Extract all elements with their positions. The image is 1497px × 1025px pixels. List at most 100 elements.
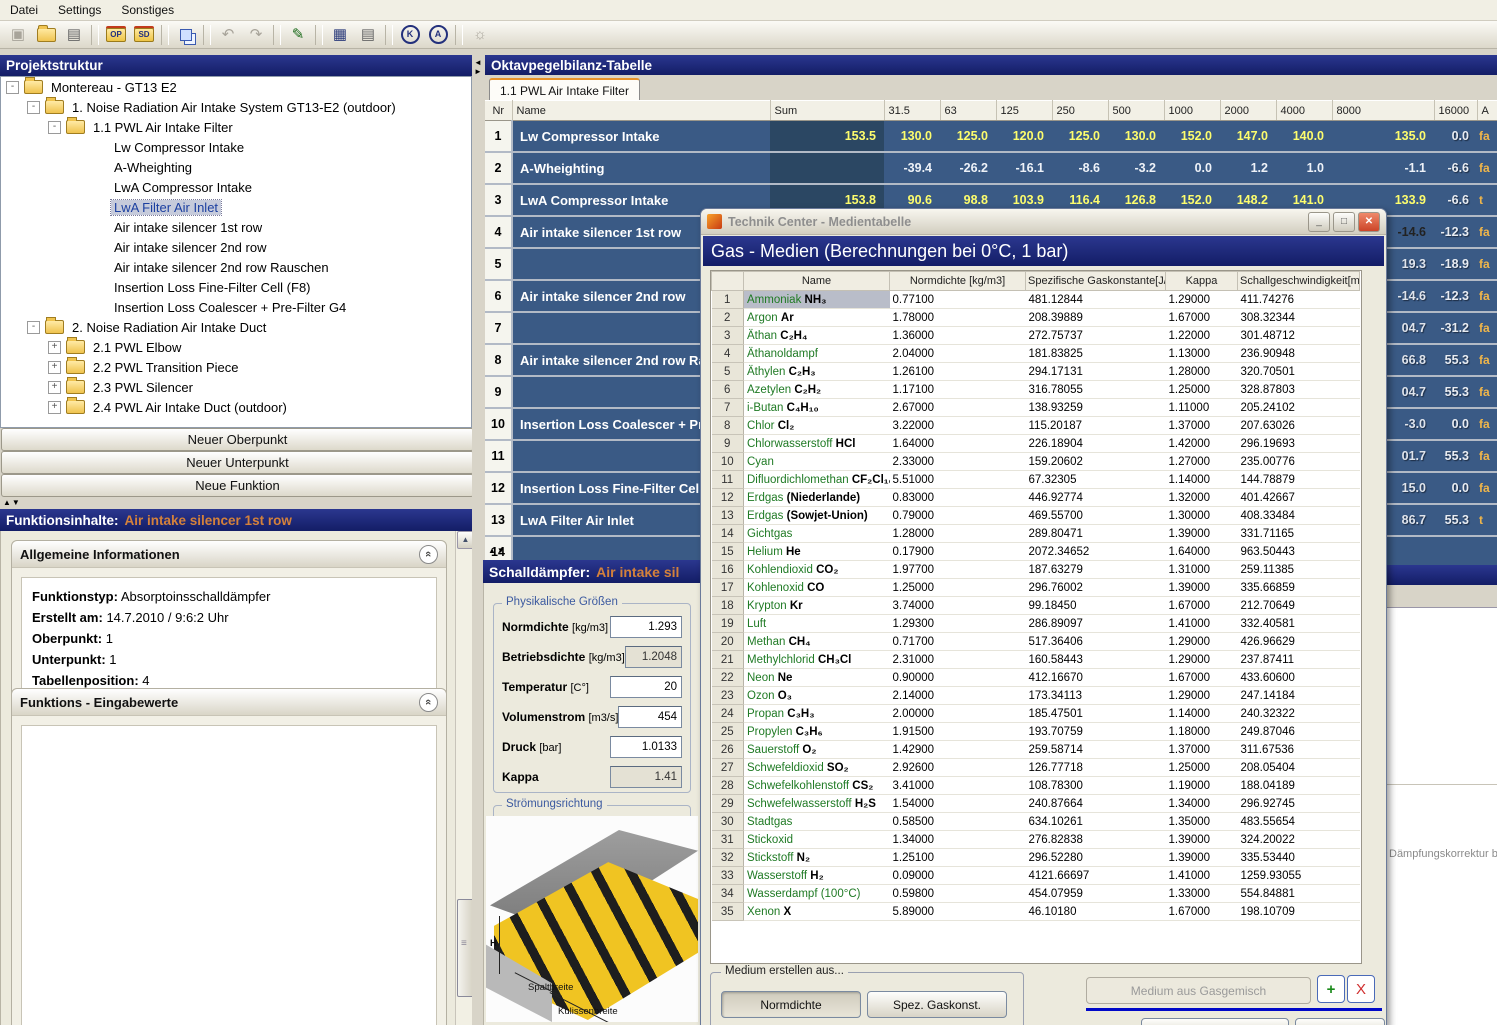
gcol-gaskonstante[interactable]: Spezifische Gaskonstante[J/kg*K] xyxy=(1026,272,1166,291)
gcol-schallgeschwindigkeit[interactable]: Schallgeschwindigkeit[m/s] xyxy=(1238,272,1360,291)
edit-table-icon[interactable]: ✎ xyxy=(285,23,311,46)
toolbar-separator[interactable] xyxy=(161,25,169,45)
Chlorwasserstoff[interactable]: 9 Chlorwasserstoff HCl 1.64000 226.18904… xyxy=(712,435,1360,453)
Stickstoff[interactable]: 32 Stickstoff N₂ 1.25100 296.52280 1.390… xyxy=(712,849,1360,867)
tree-expander-icon[interactable] xyxy=(73,262,84,273)
Lw Compressor Intake[interactable]: 1 Lw Compressor Intake 153.5 130.0 125.0… xyxy=(485,121,1497,153)
tree-expander-icon[interactable]: - xyxy=(27,101,40,114)
cut-button[interactable] xyxy=(1295,1018,1385,1025)
panel-splitter-handle[interactable]: ▲▼ xyxy=(3,498,21,507)
toolbar-separator[interactable] xyxy=(385,25,393,45)
Stadtgas[interactable]: 30 Stadtgas 0.58500 634.10261 1.35000 48… xyxy=(712,813,1360,831)
cut-button[interactable] xyxy=(1141,1018,1289,1025)
i-Butan[interactable]: 7 i-Butan C₄H₁₀ 2.67000 138.93259 1.1100… xyxy=(712,399,1360,417)
Difluordichlomethan[interactable]: 11 Difluordichlomethan CF₂Cl₁₀ 5.51000 6… xyxy=(712,471,1360,489)
col-31-5[interactable]: 31.5 xyxy=(884,101,940,121)
menu-settings[interactable]: Settings xyxy=(48,1,111,19)
tree-expander-icon[interactable] xyxy=(73,202,84,213)
tree-item[interactable]: LwA Filter Air Inlet xyxy=(1,197,471,217)
col-16000[interactable]: 16000 xyxy=(1434,101,1477,121)
panel-splitter-handle[interactable]: ▲▼ xyxy=(488,546,506,555)
Gichtgas[interactable]: 14 Gichtgas 1.28000 289.80471 1.39000 33… xyxy=(712,525,1360,543)
neuer-oberpunkt-button[interactable]: Neuer Oberpunkt xyxy=(1,428,474,451)
Argon[interactable]: 2 Argon Ar 1.78000 208.39889 1.67000 308… xyxy=(712,309,1360,327)
tree-expander-icon[interactable] xyxy=(73,142,84,153)
Erdgas[interactable]: 12 Erdgas (Niederlande) 0.83000 446.9277… xyxy=(712,489,1360,507)
col-1000[interactable]: 1000 xyxy=(1164,101,1220,121)
tree-item[interactable]: - Montereau - GT13 E2 xyxy=(1,77,471,97)
funktionsinhalte-scrollbar[interactable]: ▲ xyxy=(455,531,473,1025)
Propan[interactable]: 24 Propan C₃H₃ 2.00000 185.47501 1.14000… xyxy=(712,705,1360,723)
collapse-chevron-icon[interactable]: « xyxy=(419,545,438,564)
tree-item[interactable]: + 2.4 PWL Air Intake Duct (outdoor) xyxy=(1,397,471,417)
neuer-unterpunkt-button[interactable]: Neuer Unterpunkt xyxy=(1,451,474,474)
collapse-chevron-icon[interactable]: « xyxy=(419,693,438,712)
value-input[interactable]: 454 xyxy=(618,706,682,728)
Azetylen[interactable]: 6 Azetylen C₂H₂ 1.17100 316.78055 1.2500… xyxy=(712,381,1360,399)
col-250[interactable]: 250 xyxy=(1052,101,1108,121)
maximize-icon[interactable]: □ xyxy=(1333,212,1355,232)
neue-funktion-button[interactable]: Neue Funktion xyxy=(1,474,474,497)
Helium[interactable]: 15 Helium He 0.17900 2072.34652 1.64000 … xyxy=(712,543,1360,561)
Xenon[interactable]: 35 Xenon X 5.89000 46.10180 1.67000 198.… xyxy=(712,903,1360,921)
tree-expander-icon[interactable]: - xyxy=(27,321,40,334)
Cyan[interactable]: 10 Cyan 2.33000 159.20602 1.27000 235.00… xyxy=(712,453,1360,471)
tree-expander-icon[interactable]: - xyxy=(6,81,19,94)
Neon[interactable]: 22 Neon Ne 0.90000 412.16670 1.67000 433… xyxy=(712,669,1360,687)
Schwefeldioxid[interactable]: 27 Schwefeldioxid SO₂ 2.92600 126.77718 … xyxy=(712,759,1360,777)
Wasserdampf (100°C)[interactable]: 34 Wasserdampf (100°C) 0.59800 454.07959… xyxy=(712,885,1360,903)
Erdgas[interactable]: 13 Erdgas (Sowjet-Union) 0.79000 469.557… xyxy=(712,507,1360,525)
Kohlendioxid[interactable]: 16 Kohlendioxid CO₂ 1.97700 187.63279 1.… xyxy=(712,561,1360,579)
notes-icon[interactable]: ▤ xyxy=(355,23,381,46)
gcol-kappa[interactable]: Kappa xyxy=(1166,272,1238,291)
tree-expander-icon[interactable] xyxy=(73,222,84,233)
value-input[interactable]: 1.0133 xyxy=(610,736,682,758)
undo-icon[interactable]: ↶ xyxy=(215,23,241,46)
value-input[interactable]: 1.293 xyxy=(610,616,682,638)
redo-icon[interactable]: ↷ xyxy=(243,23,269,46)
minimize-icon[interactable]: _ xyxy=(1308,212,1330,232)
gcol-name[interactable]: Name xyxy=(744,272,890,291)
tree-expander-icon[interactable]: + xyxy=(48,381,61,394)
tree-expander-icon[interactable]: - xyxy=(48,121,61,134)
tree-item[interactable]: + 2.3 PWL Silencer xyxy=(1,377,471,397)
menu-sonstiges[interactable]: Sonstiges xyxy=(111,1,184,19)
delete-icon[interactable]: X xyxy=(1347,975,1375,1003)
col-2000[interactable]: 2000 xyxy=(1220,101,1276,121)
tree-item[interactable]: - 1. Noise Radiation Air Intake System G… xyxy=(1,97,471,117)
tree-item[interactable]: LwA Compressor Intake xyxy=(1,177,471,197)
toolbar-separator[interactable] xyxy=(91,25,99,45)
copy-structure-icon[interactable] xyxy=(173,23,199,46)
Chlor[interactable]: 8 Chlor Cl₂ 3.22000 115.20187 1.37000 20… xyxy=(712,417,1360,435)
Sauerstoff[interactable]: 26 Sauerstoff O₂ 1.42900 259.58714 1.370… xyxy=(712,741,1360,759)
Äthan[interactable]: 3 Äthan C₂H₄ 1.36000 272.75737 1.22000 3… xyxy=(712,327,1360,345)
bulb-icon[interactable]: ☼ xyxy=(467,23,493,46)
tree-item[interactable]: A-Wheighting xyxy=(1,157,471,177)
col-125[interactable]: 125 xyxy=(996,101,1052,121)
col-nr[interactable]: Nr xyxy=(485,101,512,121)
tree-expander-icon[interactable]: + xyxy=(48,401,61,414)
toolbar-separator[interactable] xyxy=(203,25,211,45)
value-input[interactable]: 1.41 xyxy=(610,766,682,788)
col-4000[interactable]: 4000 xyxy=(1276,101,1332,121)
tree-item[interactable]: Air intake silencer 1st row xyxy=(1,217,471,237)
tree-item[interactable]: Air intake silencer 2nd row xyxy=(1,237,471,257)
grid-icon[interactable]: ▦ xyxy=(327,23,353,46)
Wasserstoff[interactable]: 33 Wasserstoff H₂ 0.09000 4121.66697 1.4… xyxy=(712,867,1360,885)
tree-expander-icon[interactable] xyxy=(73,242,84,253)
tree-item[interactable]: - 2. Noise Radiation Air Intake Duct xyxy=(1,317,471,337)
tree-item[interactable]: Insertion Loss Fine-Filter Cell (F8) xyxy=(1,277,471,297)
Stickoxid[interactable]: 31 Stickoxid 1.34000 276.82838 1.39000 3… xyxy=(712,831,1360,849)
toolbar-separator[interactable] xyxy=(315,25,323,45)
open-folder-icon[interactable] xyxy=(33,23,59,46)
tab-pwl-air-intake-filter[interactable]: 1.1 PWL Air Intake Filter xyxy=(489,78,640,101)
col-name[interactable]: Name xyxy=(512,101,770,121)
rotate-a-icon[interactable]: A xyxy=(425,23,451,46)
toolbar-separator[interactable] xyxy=(273,25,281,45)
Methan[interactable]: 20 Methan CH₄ 0.71700 517.36406 1.29000 … xyxy=(712,633,1360,651)
tree-item[interactable]: Lw Compressor Intake xyxy=(1,137,471,157)
value-input[interactable]: 20 xyxy=(610,676,682,698)
menu-datei[interactable]: Datei xyxy=(0,1,48,19)
col-63[interactable]: 63 xyxy=(940,101,996,121)
splitter-arrows-icon[interactable]: ◄► xyxy=(474,58,483,76)
